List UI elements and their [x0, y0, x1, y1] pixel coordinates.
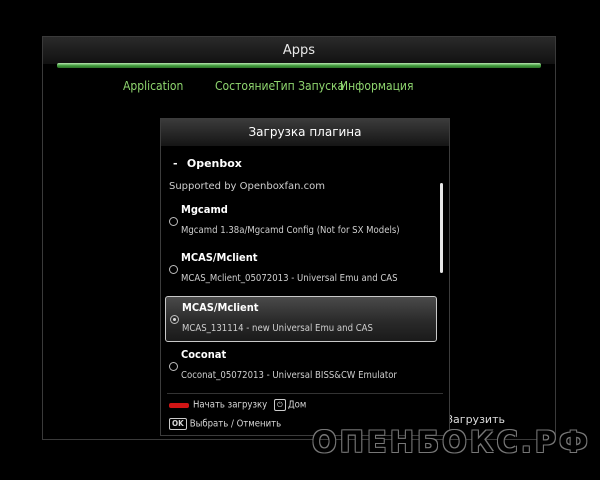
plugin-name: MCAS/Mclient: [182, 301, 259, 314]
plugin-name: MCAS/Mclient: [181, 251, 258, 264]
tab-status[interactable]: Состояние: [215, 79, 275, 93]
tab-application[interactable]: Application: [123, 79, 183, 93]
hint-row-start: Начать загрузку ⏻ Дом: [169, 399, 306, 411]
window-title: Apps: [43, 37, 555, 64]
select-cancel-hint: Выбрать / Отменить: [189, 418, 282, 430]
dialog-title: Загрузка плагина: [161, 119, 449, 146]
tab-launch-type[interactable]: Тип Запуска: [274, 79, 344, 93]
collapse-marker: -: [173, 157, 178, 170]
radio-button[interactable]: [169, 265, 178, 274]
supported-by-text: Supported by Openboxfan.com: [169, 181, 325, 192]
ok-key-icon: OK: [169, 418, 187, 430]
plugin-description: MCAS_131114 - new Universal Emu and CAS: [182, 323, 373, 334]
hint-row-ok: OK Выбрать / Отменить: [169, 418, 281, 430]
list-scrollbar[interactable]: [440, 183, 443, 273]
plugin-name: Mgcamd: [181, 203, 228, 216]
title-accent-bar: [57, 63, 541, 68]
plugin-description: MCAS_Mclient_05072013 - Universal Emu an…: [181, 273, 398, 284]
group-header[interactable]: - Openbox: [173, 157, 242, 170]
watermark-logo: ОПЕНБОКС.РФ: [312, 425, 591, 459]
plugin-name: Coconat: [181, 348, 227, 361]
start-load-hint: Начать загрузку: [193, 399, 268, 411]
red-key-icon: [169, 402, 189, 408]
radio-button[interactable]: [169, 217, 178, 226]
plugin-item-mcas-mclient-1[interactable]: MCAS/Mclient MCAS_Mclient_05072013 - Uni…: [165, 247, 437, 293]
home-hint: Дом: [287, 399, 307, 411]
plugin-load-dialog: Загрузка плагина - Openbox Supported by …: [160, 118, 450, 436]
plugin-item-mgcamd[interactable]: Mgcamd Mgcamd 1.38a/Mgcamd Config (Not f…: [165, 199, 437, 245]
plugin-description: Mgcamd 1.38a/Mgcamd Config (Not for SX M…: [181, 225, 400, 236]
power-icon: ⏻: [273, 399, 286, 411]
tab-info[interactable]: Информация: [340, 79, 413, 93]
plugin-item-coconat[interactable]: Coconat Coconat_05072013 - Universal BIS…: [165, 344, 437, 390]
plugin-description: Coconat_05072013 - Universal BISS&CW Emu…: [181, 370, 397, 381]
radio-button-checked[interactable]: [170, 315, 179, 324]
group-name: Openbox: [186, 157, 242, 170]
dialog-divider: [167, 393, 443, 394]
plugin-item-mcas-mclient-2[interactable]: MCAS/Mclient MCAS_131114 - new Universal…: [165, 296, 437, 342]
radio-button[interactable]: [169, 362, 178, 371]
